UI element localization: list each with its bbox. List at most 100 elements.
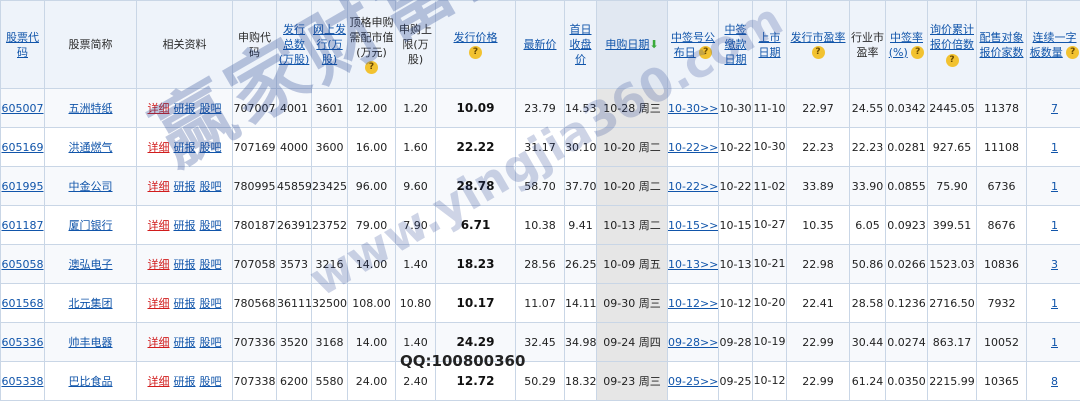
help-icon[interactable]: ? xyxy=(469,46,482,59)
header-issue-price[interactable]: 发行价格? xyxy=(435,0,516,89)
stock-name-link[interactable]: 北元集团 xyxy=(69,297,113,310)
cell-code[interactable]: 605169 xyxy=(0,127,45,167)
header-code[interactable]: 股票代码 xyxy=(0,0,45,89)
research-link[interactable]: 研报 xyxy=(174,336,196,349)
header-placement-count[interactable]: 配售对象报价家数 xyxy=(976,0,1027,89)
stock-code-link[interactable]: 605007 xyxy=(2,102,44,115)
cell-code[interactable]: 605007 xyxy=(0,88,45,128)
limit-up-count-link[interactable]: 1 xyxy=(1051,219,1058,232)
header-first-close[interactable]: 首日收盘价 xyxy=(564,0,597,89)
cell-limit-up-count[interactable]: 1 xyxy=(1026,205,1080,245)
stock-name-link[interactable]: 中金公司 xyxy=(69,180,113,193)
detail-link[interactable]: 详细 xyxy=(148,336,170,349)
cell-limit-up-count[interactable]: 1 xyxy=(1026,322,1080,362)
stock-code-link[interactable]: 605336 xyxy=(2,336,44,349)
cell-name[interactable]: 厦门银行 xyxy=(44,205,137,245)
stock-name-link[interactable]: 巴比食品 xyxy=(69,375,113,388)
cell-lottery-date[interactable]: 10-22>> xyxy=(667,127,719,167)
cell-code[interactable]: 605338 xyxy=(0,361,45,401)
header-listing-date[interactable]: 上市日期 xyxy=(752,0,787,89)
header-lottery-rate[interactable]: 中签率(%) ? xyxy=(885,0,928,89)
stock-code-link[interactable]: 601995 xyxy=(2,180,44,193)
cell-name[interactable]: 五洲特纸 xyxy=(44,88,137,128)
research-link[interactable]: 研报 xyxy=(174,258,196,271)
detail-link[interactable]: 详细 xyxy=(148,297,170,310)
cell-lottery-date[interactable]: 10-22>> xyxy=(667,166,719,206)
limit-up-count-link[interactable]: 7 xyxy=(1051,102,1058,115)
header-inquiry-multiple[interactable]: 询价累计报价倍数 ? xyxy=(927,0,977,89)
detail-link[interactable]: 详细 xyxy=(148,258,170,271)
cell-lottery-date[interactable]: 10-15>> xyxy=(667,205,719,245)
stock-code-link[interactable]: 601568 xyxy=(2,297,44,310)
cell-name[interactable]: 巴比食品 xyxy=(44,361,137,401)
cell-limit-up-count[interactable]: 8 xyxy=(1026,361,1080,401)
detail-link[interactable]: 详细 xyxy=(148,180,170,193)
cell-limit-up-count[interactable]: 3 xyxy=(1026,244,1080,284)
header-purchase-date[interactable]: 申购日期⬇ xyxy=(596,0,668,89)
header-payment-date[interactable]: 中签缴款日期 xyxy=(718,0,753,89)
help-icon[interactable]: ? xyxy=(911,46,925,59)
header-latest-price[interactable]: 最新价 xyxy=(515,0,565,89)
cell-limit-up-count[interactable]: 1 xyxy=(1026,127,1080,167)
cell-name[interactable]: 澳弘电子 xyxy=(44,244,137,284)
help-icon[interactable]: ? xyxy=(365,61,378,74)
forum-link[interactable]: 股吧 xyxy=(200,336,222,349)
header-limit-up-count[interactable]: 连续一字板数量 ? xyxy=(1026,0,1080,89)
cell-name[interactable]: 洪通燃气 xyxy=(44,127,137,167)
stock-code-link[interactable]: 605058 xyxy=(2,258,44,271)
stock-name-link[interactable]: 澳弘电子 xyxy=(69,258,113,271)
cell-code[interactable]: 605058 xyxy=(0,244,45,284)
stock-code-link[interactable]: 605169 xyxy=(2,141,44,154)
cell-lottery-date[interactable]: 10-30>> xyxy=(667,88,719,128)
detail-link[interactable]: 详细 xyxy=(148,219,170,232)
research-link[interactable]: 研报 xyxy=(174,219,196,232)
cell-code[interactable]: 601568 xyxy=(0,283,45,323)
cell-code[interactable]: 605336 xyxy=(0,322,45,362)
stock-name-link[interactable]: 帅丰电器 xyxy=(69,336,113,349)
cell-lottery-date[interactable]: 10-12>> xyxy=(667,283,719,323)
stock-code-link[interactable]: 601187 xyxy=(2,219,44,232)
cell-name[interactable]: 帅丰电器 xyxy=(44,322,137,362)
cell-code[interactable]: 601187 xyxy=(0,205,45,245)
cell-limit-up-count[interactable]: 7 xyxy=(1026,88,1080,128)
stock-code-link[interactable]: 605338 xyxy=(2,375,44,388)
detail-link[interactable]: 详细 xyxy=(148,375,170,388)
cell-lottery-date[interactable]: 09-28>> xyxy=(667,322,719,362)
research-link[interactable]: 研报 xyxy=(174,141,196,154)
research-link[interactable]: 研报 xyxy=(174,102,196,115)
cell-lottery-date[interactable]: 10-13>> xyxy=(667,244,719,284)
cell-lottery-date[interactable]: 09-25>> xyxy=(667,361,719,401)
detail-link[interactable]: 详细 xyxy=(148,141,170,154)
stock-name-link[interactable]: 五洲特纸 xyxy=(69,102,113,115)
limit-up-count-link[interactable]: 1 xyxy=(1051,336,1058,349)
forum-link[interactable]: 股吧 xyxy=(200,258,222,271)
cell-code[interactable]: 601995 xyxy=(0,166,45,206)
help-icon[interactable]: ? xyxy=(1066,46,1080,59)
forum-link[interactable]: 股吧 xyxy=(200,375,222,388)
forum-link[interactable]: 股吧 xyxy=(200,141,222,154)
header-issue-pe[interactable]: 发行市盈率 ? xyxy=(786,0,850,89)
limit-up-count-link[interactable]: 1 xyxy=(1051,180,1058,193)
stock-name-link[interactable]: 洪通燃气 xyxy=(69,141,113,154)
help-icon[interactable]: ? xyxy=(811,46,825,59)
help-icon[interactable]: ? xyxy=(699,46,713,59)
cell-limit-up-count[interactable]: 1 xyxy=(1026,166,1080,206)
cell-name[interactable]: 北元集团 xyxy=(44,283,137,323)
limit-up-count-link[interactable]: 1 xyxy=(1051,297,1058,310)
limit-up-count-link[interactable]: 3 xyxy=(1051,258,1058,271)
forum-link[interactable]: 股吧 xyxy=(200,219,222,232)
help-icon[interactable]: ? xyxy=(945,53,959,67)
research-link[interactable]: 研报 xyxy=(174,375,196,388)
limit-up-count-link[interactable]: 1 xyxy=(1051,141,1058,154)
header-lottery-date[interactable]: 中签号公布日 ? xyxy=(667,0,719,89)
cell-limit-up-count[interactable]: 1 xyxy=(1026,283,1080,323)
header-online-shares[interactable]: 网上发行(万股) xyxy=(311,0,348,89)
detail-link[interactable]: 详细 xyxy=(148,102,170,115)
forum-link[interactable]: 股吧 xyxy=(200,297,222,310)
limit-up-count-link[interactable]: 8 xyxy=(1051,375,1058,388)
cell-name[interactable]: 中金公司 xyxy=(44,166,137,206)
research-link[interactable]: 研报 xyxy=(174,297,196,310)
forum-link[interactable]: 股吧 xyxy=(200,180,222,193)
research-link[interactable]: 研报 xyxy=(174,180,196,193)
header-total-shares[interactable]: 发行总数(万股) xyxy=(276,0,312,89)
